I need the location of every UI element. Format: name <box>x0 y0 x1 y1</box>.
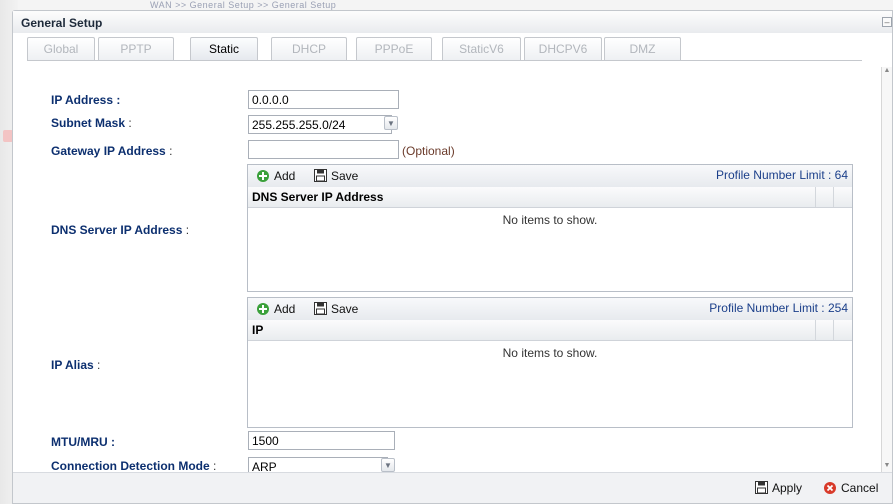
scroll-down-icon[interactable]: ▼ <box>883 462 891 472</box>
gateway-label-text: Gateway IP Address <box>51 144 166 158</box>
apply-button[interactable]: Apply <box>755 481 802 495</box>
tab-static[interactable]: Static <box>190 37 258 60</box>
dns-header-cell <box>815 187 834 207</box>
dns-label-text: DNS Server IP Address <box>51 223 183 237</box>
tab-global[interactable]: Global <box>27 37 95 60</box>
dns-save-button[interactable]: Save <box>314 168 358 184</box>
dns-add-button[interactable]: Add <box>256 168 295 184</box>
dns-grid-toolbar: Add Save Profile Number Limit : 64 <box>248 165 852 188</box>
general-setup-dialog: General Setup – Global PPTP Static DHCP … <box>12 10 893 504</box>
dns-profile-limit: Profile Number Limit : 64 <box>715 168 848 182</box>
ip-alias-add-button[interactable]: Add <box>256 301 295 317</box>
dns-colon: : <box>182 223 190 237</box>
ip-alias-column-header: IP <box>252 323 264 337</box>
ip-address-input[interactable] <box>248 90 399 109</box>
gateway-input[interactable] <box>248 140 399 159</box>
save-icon <box>755 481 768 495</box>
detection-mode-colon: : <box>209 459 217 473</box>
dialog-titlebar: General Setup – <box>13 11 892 33</box>
ip-alias-header-cell <box>815 320 834 340</box>
subnet-mask-label-text: Subnet Mask <box>51 116 126 130</box>
cancel-icon <box>824 481 836 494</box>
gateway-label: Gateway IP Address : <box>51 144 172 158</box>
ip-alias-profile-limit: Profile Number Limit : 254 <box>709 301 848 315</box>
ip-alias-colon: : <box>93 358 101 372</box>
gateway-optional-hint: (Optional) <box>402 144 455 158</box>
dialog-title: General Setup <box>21 16 103 30</box>
dns-save-label: Save <box>331 169 359 183</box>
cancel-label: Cancel <box>841 481 879 495</box>
dns-label: DNS Server IP Address : <box>51 223 189 237</box>
ip-alias-save-button[interactable]: Save <box>314 301 358 317</box>
subnet-mask-dropdown-icon[interactable]: ▼ <box>384 116 398 130</box>
mtu-label: MTU/MRU : <box>51 435 115 449</box>
dns-server-grid: Add Save Profile Number Limit : 64 DNS S… <box>247 164 853 292</box>
ip-alias-header-cell <box>833 320 852 340</box>
tab-content-divider <box>27 60 862 61</box>
gateway-colon: : <box>165 144 173 158</box>
cancel-button[interactable]: Cancel <box>823 481 878 496</box>
detection-mode-label-text: Connection Detection Mode <box>51 459 210 473</box>
dns-empty-message: No items to show. <box>502 213 598 227</box>
tab-dmz: DMZ <box>604 37 681 60</box>
save-icon <box>314 169 327 183</box>
ip-alias-grid: Add Save Profile Number Limit : 254 IP N… <box>247 297 853 428</box>
dns-add-label: Add <box>274 169 296 183</box>
background-breadcrumb: WAN >> General Setup >> General Setup <box>150 0 337 10</box>
add-icon <box>257 169 269 182</box>
mtu-input[interactable] <box>248 431 395 450</box>
ip-alias-add-label: Add <box>274 302 296 316</box>
apply-label: Apply <box>772 481 803 495</box>
dns-grid-header: DNS Server IP Address <box>248 187 852 208</box>
tab-pppoe: PPPoE <box>356 37 432 60</box>
ip-alias-save-label: Save <box>331 302 359 316</box>
detection-mode-dropdown-icon[interactable]: ▼ <box>381 458 395 472</box>
tab-dhcp: DHCP <box>271 37 347 60</box>
ip-alias-label-text: IP Alias <box>51 358 94 372</box>
detection-mode-label: Connection Detection Mode : <box>51 459 216 473</box>
add-icon <box>257 302 269 315</box>
dns-column-header: DNS Server IP Address <box>252 190 384 204</box>
ip-alias-grid-toolbar: Add Save Profile Number Limit : 254 <box>248 298 852 321</box>
ip-alias-empty-message: No items to show. <box>502 346 598 360</box>
subnet-mask-label: Subnet Mask : <box>51 116 132 130</box>
vertical-scrollbar[interactable]: ▲ ▼ <box>881 67 892 472</box>
ip-alias-label: IP Alias : <box>51 358 100 372</box>
tab-dhcpv6: DHCPV6 <box>524 37 602 60</box>
dialog-footer: Apply Cancel <box>13 472 892 503</box>
tab-pptp: PPTP <box>98 37 174 60</box>
tab-staticv6: StaticV6 <box>442 37 521 60</box>
ip-address-label: IP Address : <box>51 93 121 107</box>
subnet-mask-value: 255.255.255.0/24 <box>252 118 346 132</box>
subnet-mask-colon: : <box>125 116 132 130</box>
save-icon <box>314 302 327 316</box>
dns-header-cell <box>833 187 852 207</box>
scroll-up-icon[interactable]: ▲ <box>883 67 891 77</box>
subnet-mask-select[interactable]: 255.255.255.0/24 <box>248 115 392 134</box>
ip-alias-grid-header: IP <box>248 320 852 341</box>
minimize-icon[interactable]: – <box>882 17 892 27</box>
